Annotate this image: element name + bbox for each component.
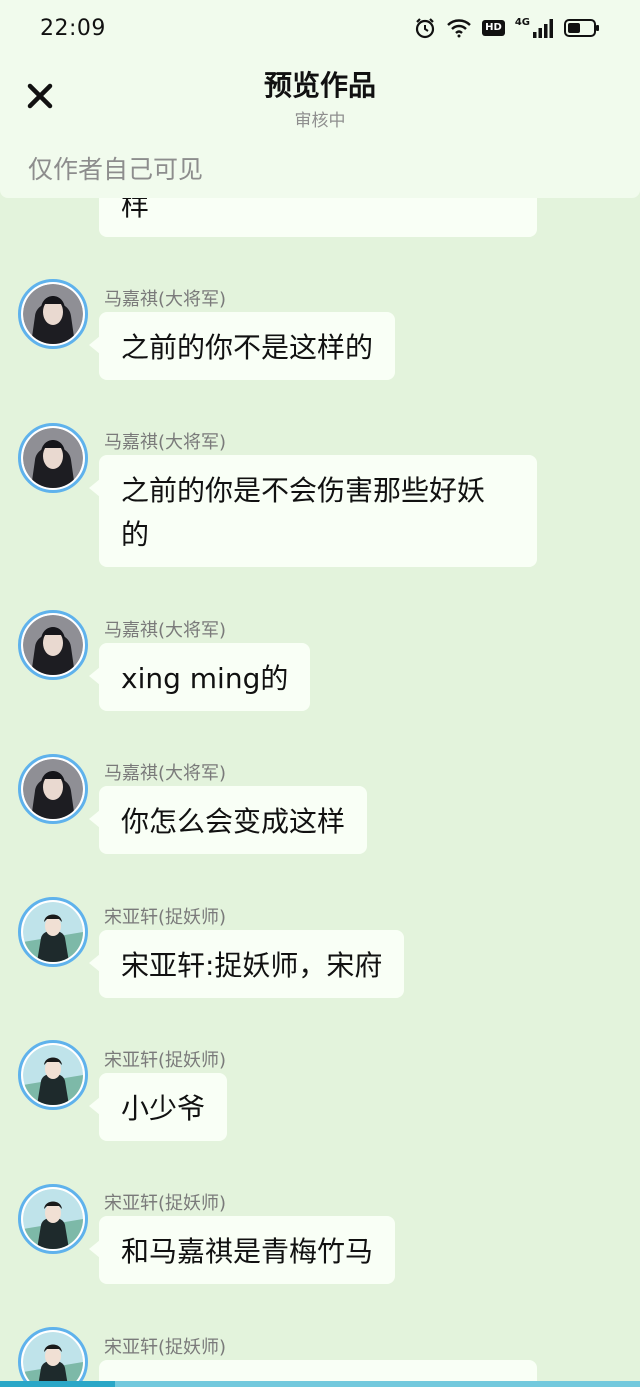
status-time: 22:09 — [40, 15, 106, 41]
signal-icon — [533, 19, 553, 38]
sender-name: 马嘉祺(大将军) — [104, 432, 227, 453]
sender-name: 宋亚轩(捉妖师) — [104, 1050, 227, 1071]
hd-badge: HD — [482, 20, 505, 36]
bottom-progress-strip — [0, 1381, 640, 1387]
avatar[interactable] — [18, 1184, 88, 1254]
status-bar: 22:09 HD 4G — [0, 0, 640, 56]
message-bubble[interactable]: xing ming的 — [89, 643, 311, 711]
message-text-line: 的 — [121, 518, 150, 551]
message-text-line: 之前的你是不会伤害那些好妖 — [121, 474, 486, 507]
page-title: 预览作品 — [263, 69, 376, 102]
wifi-icon — [447, 19, 472, 38]
sender-name: 马嘉祺(大将军) — [104, 620, 227, 641]
review-status: 审核中 — [294, 111, 346, 131]
message-bubble[interactable]: 你怎么会变成这样 — [89, 786, 368, 854]
sender-name: 宋亚轩(捉妖师) — [104, 1193, 227, 1214]
sender-name: 马嘉祺(大将军) — [104, 289, 227, 310]
message-text: 宋亚轩:捉妖师，宋府 — [121, 949, 383, 982]
alarm-icon — [416, 18, 435, 39]
network-label: 4G — [514, 16, 530, 28]
battery-icon — [564, 19, 599, 37]
visibility-note: 仅作者自己可见 — [28, 155, 204, 184]
avatar[interactable] — [18, 610, 88, 680]
avatar[interactable] — [18, 279, 88, 349]
avatar[interactable] — [18, 423, 88, 493]
header: 预览作品 审核中 仅作者自己可见 — [0, 56, 640, 198]
message-bubble[interactable]: 之前的你不是这样的 — [89, 312, 396, 380]
message-bubble[interactable]: 之前的你是不会伤害那些好妖 的 — [89, 455, 537, 567]
sender-name: 宋亚轩(捉妖师) — [104, 907, 227, 928]
sender-name: 马嘉祺(大将军) — [104, 763, 227, 784]
message-bubble[interactable]: 宋亚轩:捉妖师，宋府 — [89, 930, 405, 998]
message-text: 和马嘉祺是青梅竹马 — [121, 1235, 374, 1268]
sender-name: 宋亚轩(捉妖师) — [104, 1337, 227, 1358]
avatar[interactable] — [18, 1327, 88, 1387]
message-text: 你怎么会变成这样 — [121, 805, 346, 838]
avatar[interactable] — [18, 897, 88, 967]
status-icons: HD 4G — [414, 17, 600, 39]
avatar[interactable] — [18, 1040, 88, 1110]
message-bubble[interactable]: 小少爷 — [89, 1073, 228, 1141]
message-text: 之前的你不是这样的 — [121, 331, 374, 364]
message-bubble[interactable]: 和马嘉祺是青梅竹马 — [89, 1216, 396, 1284]
message-text: xing ming的 — [121, 662, 289, 695]
message-text: 小少爷 — [121, 1092, 206, 1125]
avatar[interactable] — [18, 754, 88, 824]
chat-area[interactable]: 样 马嘉祺(大将军) 之前的你不是这样的 马嘉祺(大将军) 之前的你是不会伤害那… — [0, 0, 640, 1387]
